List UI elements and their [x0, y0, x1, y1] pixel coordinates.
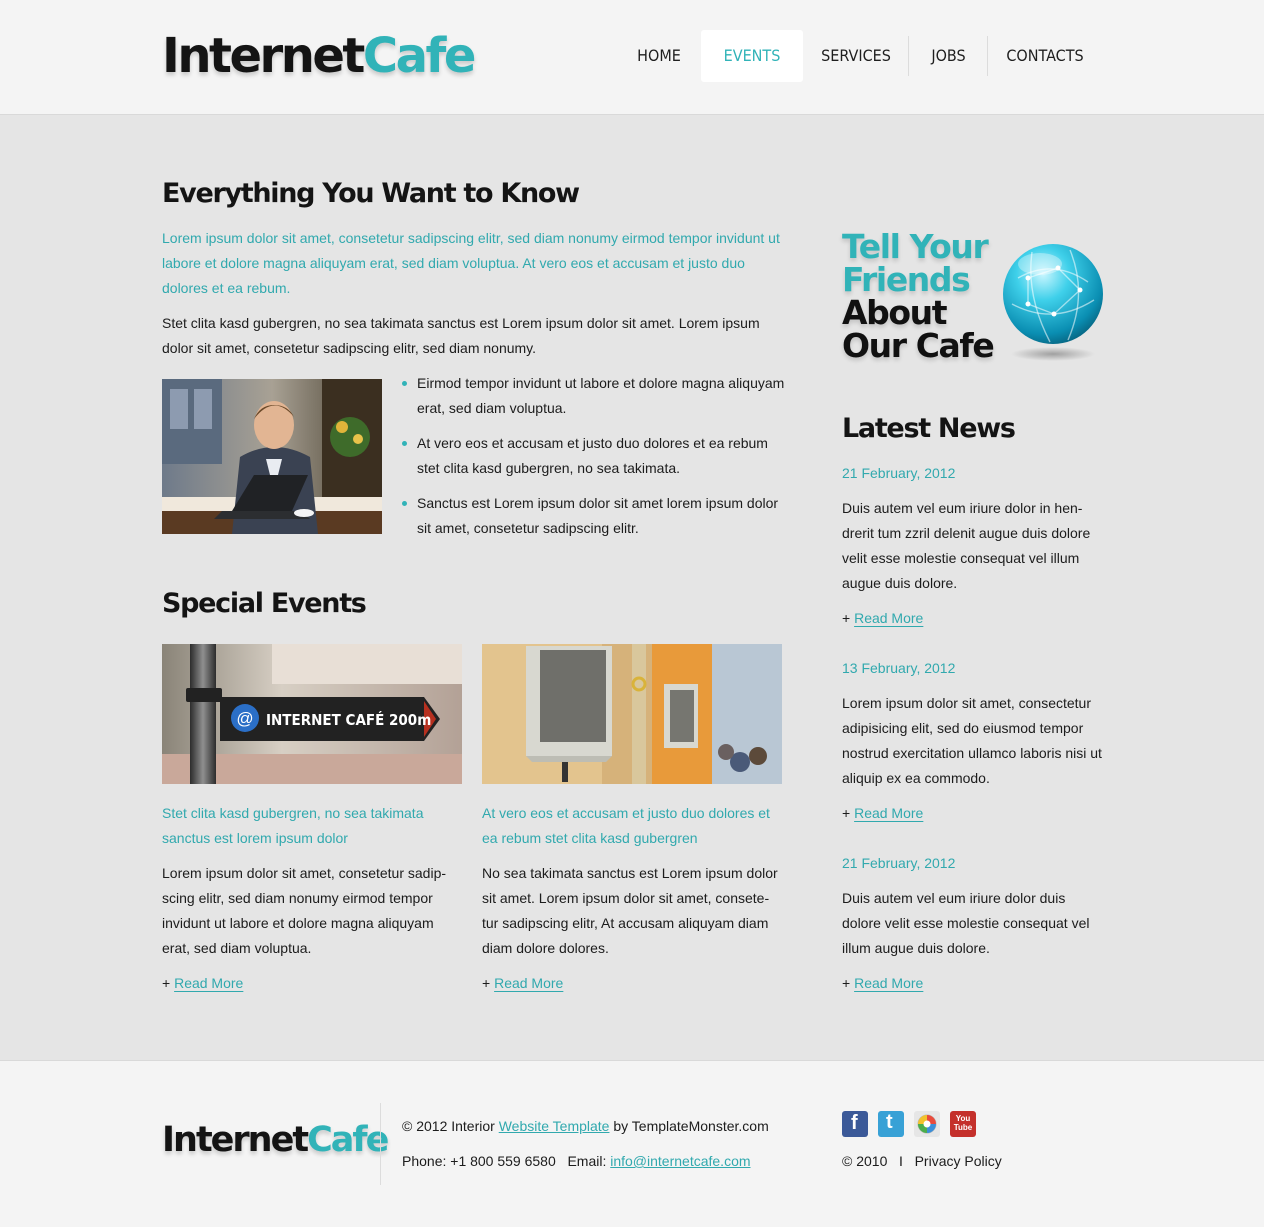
- nav-contacts[interactable]: CONTACTS: [988, 30, 1102, 82]
- intro-lead: Lorem ipsum dolor sit amet, consetetur s…: [162, 230, 780, 296]
- logo-text-internet: Internet: [162, 1120, 309, 1160]
- facebook-glyph: f: [851, 1112, 858, 1134]
- event-2-heading: At vero eos et accusam et justo duo dolo…: [482, 805, 770, 846]
- footer-contact: Phone: +1 800 559 6580 Email: info@inter…: [402, 1151, 751, 1171]
- main-nav: HOME EVENTS SERVICES JOBS CONTACTS: [617, 30, 1102, 82]
- nav-services-label: SERVICES: [821, 46, 891, 65]
- nav-jobs-label: JOBS: [931, 46, 966, 65]
- man-with-laptop-image: [162, 379, 382, 534]
- news-3-body: Duis autem vel eum iriure dolor duis dol…: [842, 890, 1090, 956]
- event-2-read-more[interactable]: + Read More: [482, 973, 563, 993]
- footer-copyright: © 2012 Interior Website Template by Temp…: [402, 1116, 769, 1136]
- logo-text-cafe: Cafe: [307, 1120, 389, 1160]
- youtube-glyph: You Tube: [953, 1114, 973, 1132]
- nav-home-label: HOME: [637, 46, 681, 65]
- news-3-date: 21 February, 2012: [842, 855, 956, 871]
- intro-body: Stet clita kasd gubergren, no sea takima…: [162, 315, 760, 356]
- read-more-link[interactable]: Read More: [494, 975, 563, 991]
- bullet-item: At vero eos et accusam et justo duo dolo…: [402, 431, 787, 481]
- news-1-body: Duis autem vel eum iriure dolor in hen-d…: [842, 500, 1091, 591]
- event-1-heading: Stet clita kasd gubergren, no sea takima…: [162, 805, 424, 846]
- copyright-prefix: © 2012 Interior: [402, 1118, 495, 1134]
- picasa-icon[interactable]: [914, 1111, 940, 1137]
- nav-contacts-label: CONTACTS: [1006, 46, 1084, 65]
- read-more-link[interactable]: Read More: [854, 610, 923, 626]
- sign-at-symbol: @: [236, 709, 253, 728]
- event-1-read-more[interactable]: + Read More: [162, 973, 243, 993]
- news-1-read-more[interactable]: + Read More: [842, 608, 923, 628]
- site-copyright: © 2010: [842, 1153, 888, 1169]
- promo-line-2: Friends: [842, 260, 971, 299]
- facebook-icon[interactable]: f: [842, 1111, 868, 1137]
- nav-services[interactable]: SERVICES: [803, 30, 909, 82]
- news-3-read-more[interactable]: + Read More: [842, 973, 923, 993]
- globe-icon: [998, 238, 1108, 363]
- sign-text: INTERNET CAFÉ 200m: [266, 710, 431, 729]
- nav-home[interactable]: HOME: [617, 30, 701, 82]
- logo-text-internet: Internet: [162, 28, 365, 84]
- site-footer: InternetCafe: [0, 1060, 1264, 1227]
- read-more-link[interactable]: Read More: [174, 975, 243, 991]
- bullet-item: Sanctus est Lorem ipsum dolor sit amet l…: [402, 491, 787, 541]
- nav-events[interactable]: EVENTS: [701, 30, 803, 82]
- cafe-sign-image: @ INTERNET CAFÉ 200m: [162, 644, 462, 784]
- logo-text-cafe: Cafe: [362, 28, 477, 84]
- tell-friends-promo[interactable]: Tell Your Friends About Our Cafe: [842, 227, 995, 365]
- news-2-read-more[interactable]: + Read More: [842, 803, 923, 823]
- footer-divider: [380, 1103, 381, 1185]
- read-more-link[interactable]: Read More: [854, 975, 923, 991]
- latest-news-title: Latest News: [842, 413, 1016, 444]
- footer-legal: © 2010 I Privacy Policy: [842, 1151, 1002, 1171]
- intro-bullet-list: Eirmod tempor invidunt ut labore et dolo…: [402, 371, 787, 551]
- copyright-suffix: by TemplateMonster.com: [613, 1118, 769, 1134]
- privacy-policy-link[interactable]: Privacy Policy: [915, 1153, 1002, 1169]
- legal-separator: I: [899, 1153, 903, 1169]
- email-label: Email:: [567, 1153, 607, 1169]
- events-title: Special Events: [162, 588, 367, 619]
- news-2-body: Lorem ipsum dolor sit amet, consectetur …: [842, 695, 1102, 786]
- twitter-glyph: t: [886, 1111, 893, 1133]
- nav-jobs[interactable]: JOBS: [909, 30, 988, 82]
- email-link[interactable]: info@internetcafe.com: [610, 1153, 750, 1169]
- promo-line-4: Our Cafe: [842, 326, 995, 365]
- youtube-icon[interactable]: You Tube: [950, 1111, 976, 1137]
- event-2-body: No sea takimata sanctus est Lorem ipsum …: [482, 865, 778, 956]
- news-2-date: 13 February, 2012: [842, 660, 956, 676]
- bullet-item: Eirmod tempor invidunt ut labore et dolo…: [402, 371, 787, 421]
- news-1-date: 21 February, 2012: [842, 465, 956, 481]
- site-header: InternetCafe HOME EVENTS SERVICES JOBS C…: [0, 0, 1264, 115]
- computer-stations-image: [482, 644, 782, 784]
- event-1-body: Lorem ipsum dolor sit amet, consetetur s…: [162, 865, 447, 956]
- promo-line-3: About: [842, 293, 948, 332]
- promo-line-1: Tell Your: [842, 227, 989, 266]
- intro-title: Everything You Want to Know: [162, 178, 580, 209]
- nav-events-label: EVENTS: [723, 46, 781, 65]
- website-template-link[interactable]: Website Template: [499, 1118, 610, 1134]
- read-more-link[interactable]: Read More: [854, 805, 923, 821]
- phone-text: Phone: +1 800 559 6580: [402, 1153, 556, 1169]
- site-logo[interactable]: InternetCafe: [162, 28, 477, 84]
- twitter-icon[interactable]: t: [878, 1111, 904, 1137]
- footer-logo[interactable]: InternetCafe: [162, 1119, 389, 1161]
